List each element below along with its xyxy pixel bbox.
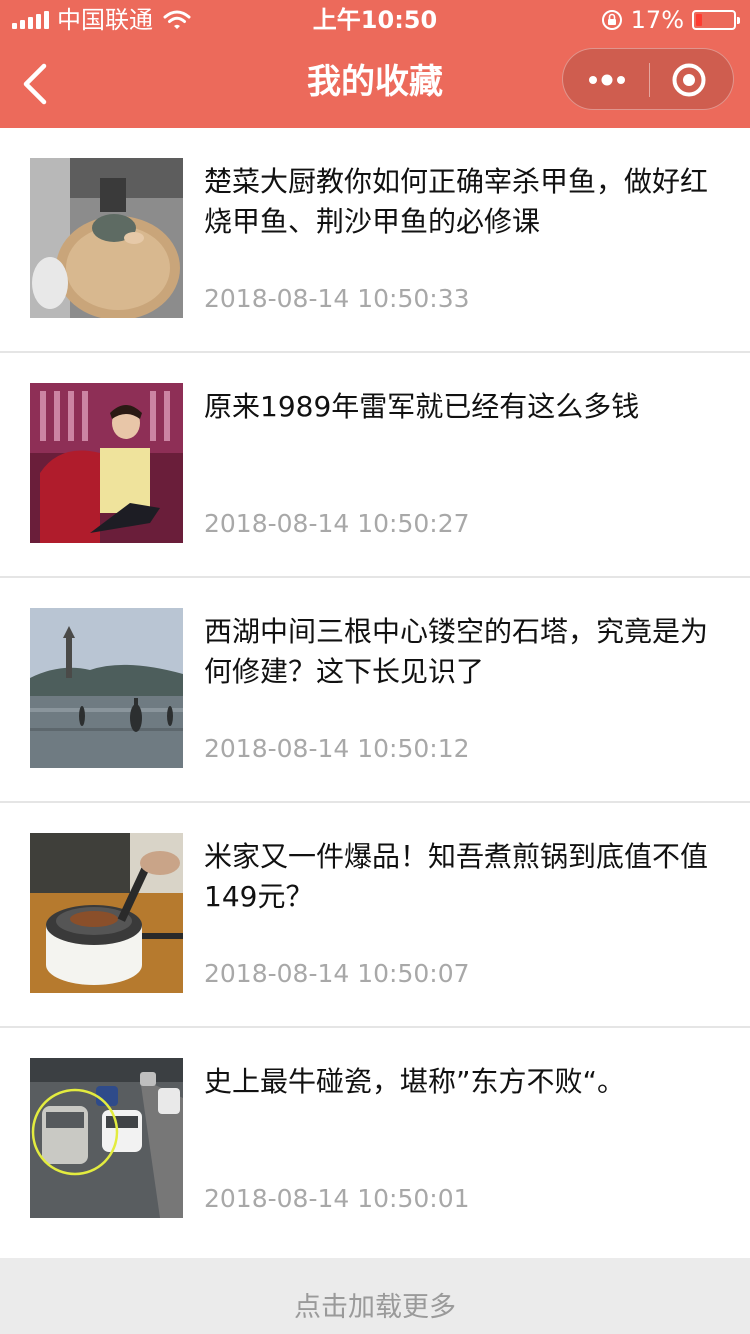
- load-more-button[interactable]: 点击加载更多: [0, 1258, 750, 1334]
- battery-level-fill: [696, 14, 703, 26]
- item-date: 2018-08-14 10:50:27: [204, 509, 470, 538]
- list-item[interactable]: 西湖中间三根中心镂空的石塔，究竟是为何修建？这下长见识了 2018-08-14 …: [0, 578, 750, 803]
- battery-icon: [692, 10, 740, 30]
- battery-percent: 17%: [630, 6, 684, 34]
- item-title: 西湖中间三根中心镂空的石塔，究竟是为何修建？这下长见识了: [204, 615, 709, 688]
- tv-interview-thumbnail: [30, 383, 183, 543]
- item-date: 2018-08-14 10:50:01: [204, 1184, 470, 1213]
- west-lake-pagoda-thumbnail: [30, 608, 183, 768]
- list-item[interactable]: 米家又一件爆品！知吾煮煎锅到底值不值149元？ 2018-08-14 10:50…: [0, 803, 750, 1028]
- item-title: 史上最牛碰瓷，堪称”东方不败“。: [204, 1065, 626, 1098]
- target-circle-icon[interactable]: [671, 62, 707, 98]
- more-dots-icon[interactable]: [587, 67, 627, 93]
- favorites-list: 楚菜大厨教你如何正确宰杀甲鱼，做好红烧甲鱼、荆沙甲鱼的必修课 2018-08-1…: [0, 128, 750, 1253]
- cooking-turtle-thumbnail: [30, 158, 183, 318]
- item-date: 2018-08-14 10:50:07: [204, 959, 470, 988]
- list-item[interactable]: 史上最牛碰瓷，堪称”东方不败“。 2018-08-14 10:50:01: [0, 1028, 750, 1253]
- list-item[interactable]: 原来1989年雷军就已经有这么多钱 2018-08-14 10:50:27: [0, 353, 750, 578]
- item-title: 原来1989年雷军就已经有这么多钱: [204, 390, 640, 423]
- load-more-label: 点击加载更多: [294, 1292, 456, 1323]
- traffic-accident-thumbnail: [30, 1058, 183, 1218]
- item-title: 米家又一件爆品！知吾煮煎锅到底值不值149元？: [204, 840, 709, 913]
- status-bar: 中国联通 上午10:50 17%: [0, 0, 750, 40]
- cooking-pot-thumbnail: [30, 833, 183, 993]
- header: 中国联通 上午10:50 17% 我的收藏: [0, 0, 750, 128]
- list-item[interactable]: 楚菜大厨教你如何正确宰杀甲鱼，做好红烧甲鱼、荆沙甲鱼的必修课 2018-08-1…: [0, 128, 750, 353]
- capsule-divider: [649, 63, 650, 97]
- item-date: 2018-08-14 10:50:33: [204, 284, 470, 313]
- miniprogram-capsule: [562, 48, 734, 110]
- item-date: 2018-08-14 10:50:12: [204, 734, 470, 763]
- item-title: 楚菜大厨教你如何正确宰杀甲鱼，做好红烧甲鱼、荆沙甲鱼的必修课: [204, 165, 709, 238]
- rotation-lock-icon: [601, 10, 622, 30]
- navbar: 我的收藏: [0, 40, 750, 128]
- status-right: 17%: [601, 0, 740, 40]
